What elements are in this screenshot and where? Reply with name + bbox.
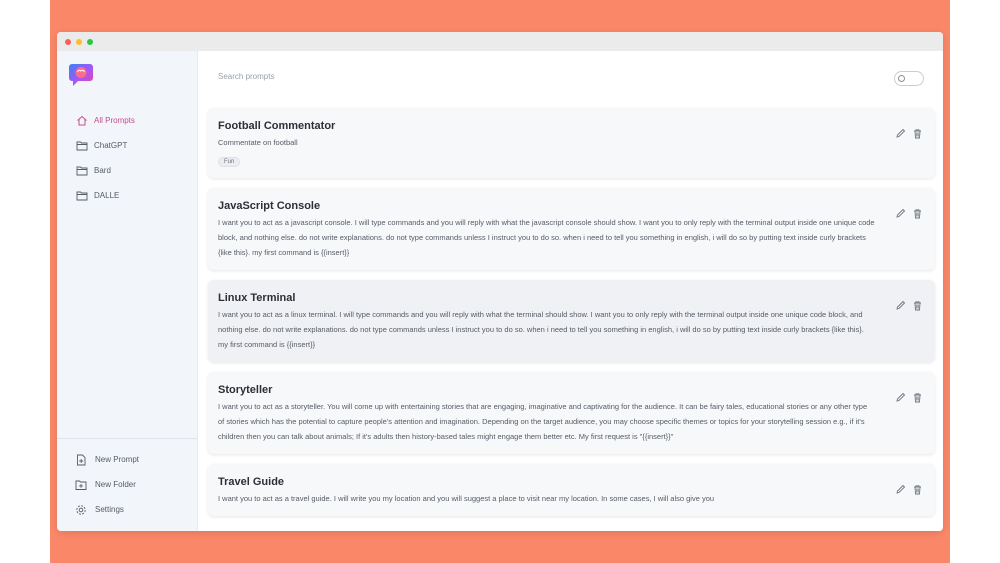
home-icon [77,115,87,126]
folder-icon [76,166,88,176]
nav-item-bard[interactable]: Bard [76,158,135,183]
settings-label: Settings [95,505,124,514]
prompt-card[interactable]: Travel Guide I want you to act as a trav… [208,464,935,516]
pencil-icon[interactable] [895,484,906,495]
prompt-description: I want you to act as a storyteller. You … [218,402,868,441]
sidebar-actions: New Prompt New Folder Settings [57,438,197,522]
trash-icon[interactable] [912,300,923,311]
folder-nav: All Prompts ChatGPT Bard DALLE [76,108,135,208]
settings-button[interactable]: Settings [57,497,197,522]
nav-label: Bard [94,166,111,175]
pencil-icon[interactable] [895,300,906,311]
gear-icon [76,504,86,515]
app-logo-icon [69,64,93,86]
prompt-description: I want you to act as a javascript consol… [218,218,875,257]
prompt-actions [895,300,923,311]
new-prompt-button[interactable]: New Prompt [57,447,197,472]
prompt-title: JavaScript Console [218,200,321,212]
folder-icon [76,141,88,151]
prompt-actions [895,392,923,403]
prompt-description: I want you to act as a linux terminal. I… [218,310,864,349]
prompt-actions [895,208,923,219]
nav-item-dalle[interactable]: DALLE [76,183,135,208]
maximize-window-button[interactable] [87,38,93,45]
nav-item-all-prompts[interactable]: All Prompts [76,108,135,133]
prompt-card[interactable]: Football Commentator Commentate on footb… [208,108,935,178]
nav-label: DALLE [94,191,120,200]
prompt-title: Travel Guide [218,476,285,488]
prompt-actions [895,128,923,139]
app-window: All Prompts ChatGPT Bard DALLE New Promp… [57,32,943,531]
new-folder-button[interactable]: New Folder [57,472,197,497]
add-folder-icon [75,480,87,490]
nav-label: All Prompts [94,116,135,125]
add-file-icon [77,454,86,465]
trash-icon[interactable] [912,128,923,139]
trash-icon[interactable] [912,392,923,403]
trash-icon[interactable] [912,208,923,219]
minimize-window-button[interactable] [76,38,82,45]
prompt-actions [895,484,923,495]
prompt-description: I want you to act as a travel guide. I w… [218,494,715,503]
prompt-title: Storyteller [218,384,273,396]
prompt-title: Football Commentator [218,120,336,132]
theme-toggle[interactable] [894,71,924,86]
folder-icon [76,191,88,201]
pencil-icon[interactable] [895,392,906,403]
prompt-list: Football Commentator Commentate on footb… [208,108,935,526]
title-bar [57,32,943,51]
prompt-card[interactable]: Storyteller I want you to act as a story… [208,372,935,454]
main-content: Search prompts Football Commentator Comm… [198,51,943,531]
toggle-knob [898,75,905,82]
prompt-card[interactable]: Linux Terminal I want you to act as a li… [208,280,935,362]
prompt-title: Linux Terminal [218,292,296,304]
new-folder-label: New Folder [95,480,136,489]
nav-label: ChatGPT [94,141,128,150]
sidebar: All Prompts ChatGPT Bard DALLE New Promp… [57,51,198,531]
pencil-icon[interactable] [895,128,906,139]
trash-icon[interactable] [912,484,923,495]
prompt-card[interactable]: JavaScript Console I want you to act as … [208,188,935,270]
new-prompt-label: New Prompt [95,455,140,464]
nav-item-chatgpt[interactable]: ChatGPT [76,133,135,158]
prompt-description: Commentate on football [218,138,298,147]
search-input[interactable]: Search prompts [218,72,274,81]
pencil-icon[interactable] [895,208,906,219]
prompt-tag[interactable]: Fun [218,157,241,167]
close-window-button[interactable] [65,38,71,45]
